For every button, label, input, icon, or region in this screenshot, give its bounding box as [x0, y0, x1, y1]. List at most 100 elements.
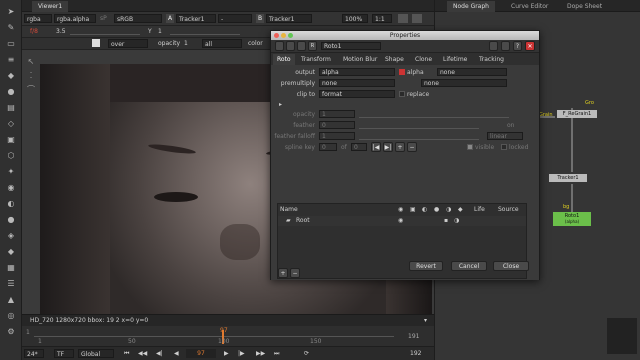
- gamma-value[interactable]: 1: [156, 27, 164, 36]
- opacity-value[interactable]: 1: [182, 39, 190, 48]
- expand-arrow-icon[interactable]: ▸: [279, 101, 282, 108]
- splinekey-field[interactable]: 0: [319, 143, 337, 151]
- tab-tracking[interactable]: Tracking: [475, 54, 508, 65]
- tab-transform[interactable]: Transform: [297, 54, 335, 65]
- add-button[interactable]: +: [278, 268, 288, 278]
- tab-viewer1[interactable]: Viewer1: [32, 1, 69, 12]
- fps-dropdown[interactable]: 24*: [24, 349, 44, 358]
- proxy-icon[interactable]: [398, 14, 408, 23]
- minimize-window-icon[interactable]: [281, 33, 286, 38]
- select-tool-icon[interactable]: ↖: [24, 56, 38, 67]
- bezier-tool-icon[interactable]: ⌒: [24, 84, 38, 95]
- invert-icon[interactable]: ◑: [446, 206, 451, 213]
- gamma-slider[interactable]: [170, 27, 240, 35]
- next-key-icon[interactable]: ▶▶: [254, 349, 267, 358]
- falloff-slider[interactable]: [359, 132, 479, 140]
- clipto-dropdown[interactable]: format: [319, 90, 395, 98]
- gain-slider[interactable]: [70, 27, 140, 35]
- opacity-field[interactable]: 1: [319, 110, 355, 118]
- first-frame-icon[interactable]: ⏮: [122, 349, 131, 358]
- tab-lifetime[interactable]: Lifetime: [439, 54, 471, 65]
- collapse-icon[interactable]: [286, 41, 295, 51]
- prev-key-icon[interactable]: ◀◀: [136, 349, 149, 358]
- tracker-node[interactable]: Tracker1: [549, 174, 587, 182]
- root-visibility-icon[interactable]: ◉: [398, 217, 403, 224]
- end-frame-field[interactable]: 192: [408, 349, 423, 358]
- timeline[interactable]: 1 97 1 50 100 150 191: [22, 326, 434, 346]
- vr-icon[interactable]: ◐: [4, 198, 18, 209]
- furnace-icon[interactable]: ◎: [4, 310, 18, 321]
- node-icon[interactable]: [275, 41, 284, 51]
- premultiply-mask-dropdown[interactable]: none: [421, 79, 507, 87]
- falloff-field[interactable]: 1: [319, 132, 355, 140]
- gizmos-icon[interactable]: ☰: [4, 278, 18, 289]
- tab-curve-editor[interactable]: Curve Editor: [505, 1, 554, 12]
- last-frame-icon[interactable]: ⏭: [272, 349, 281, 358]
- split-icon[interactable]: ▣: [4, 134, 18, 145]
- close-window-icon[interactable]: [274, 33, 279, 38]
- channels-all-dropdown[interactable]: all: [202, 39, 242, 48]
- play-icon[interactable]: ▶: [222, 349, 231, 358]
- layers-icon[interactable]: ◇: [4, 118, 18, 129]
- tab-clone[interactable]: Clone: [411, 54, 436, 65]
- crop-icon[interactable]: ▭: [4, 38, 18, 49]
- undo-icon[interactable]: [489, 41, 498, 51]
- name-column-header[interactable]: Name: [280, 206, 298, 213]
- step-back-icon[interactable]: ◀|: [154, 349, 165, 358]
- delete-key-button[interactable]: −: [407, 142, 417, 152]
- roto-node[interactable]: Roto1 (alpha): [553, 212, 591, 226]
- dialog-titlebar[interactable]: Properties: [271, 31, 539, 40]
- next-key-button[interactable]: ▶|: [383, 142, 393, 152]
- color-icon[interactable]: ◐: [422, 206, 427, 213]
- source-column-header[interactable]: Source: [498, 206, 519, 213]
- colorspace-dropdown[interactable]: sRGB: [114, 14, 162, 23]
- tf-dropdown[interactable]: TF: [54, 349, 74, 358]
- loop-icon[interactable]: ⟳: [302, 349, 311, 358]
- root-color-icon[interactable]: ▪: [444, 217, 448, 224]
- revert-button[interactable]: Revert: [409, 261, 443, 271]
- output-mask-dropdown[interactable]: none: [437, 68, 507, 76]
- particles-icon[interactable]: ✦: [4, 166, 18, 177]
- points-tool-icon[interactable]: ⁚: [24, 70, 38, 81]
- navigator-thumbnail[interactable]: [607, 318, 637, 354]
- a-input-dropdown[interactable]: Tracker1: [176, 14, 216, 23]
- gain-value[interactable]: 3.5: [54, 27, 68, 36]
- filter-icon[interactable]: ▤: [4, 102, 18, 113]
- play-back-icon[interactable]: ◀: [172, 349, 181, 358]
- metadata-icon[interactable]: ◆: [4, 246, 18, 257]
- node-name-field[interactable]: Roto1: [321, 42, 381, 50]
- channels-dropdown[interactable]: rgba: [24, 14, 52, 23]
- locked-checkbox[interactable]: [501, 144, 507, 150]
- tab-node-graph[interactable]: Node Graph: [447, 1, 495, 12]
- fstop-value[interactable]: f/8: [28, 27, 40, 36]
- paint-icon[interactable]: ✎: [4, 22, 18, 33]
- circle-icon[interactable]: ●: [4, 86, 18, 97]
- root-invert-icon[interactable]: ◑: [454, 217, 459, 224]
- layer-dropdown[interactable]: rgba.alpha: [54, 14, 96, 23]
- zoom-dropdown[interactable]: 100%: [342, 14, 368, 23]
- plugins-icon[interactable]: ▲: [4, 294, 18, 305]
- current-frame-field[interactable]: 97: [186, 349, 216, 358]
- timeline-track[interactable]: [34, 336, 394, 337]
- feather-slider[interactable]: [359, 121, 479, 129]
- ratio-dropdown[interactable]: 1:1: [372, 14, 392, 23]
- global-dropdown[interactable]: Global: [78, 349, 114, 358]
- tab-dope-sheet[interactable]: Dope Sheet: [561, 1, 608, 12]
- feather-field[interactable]: 0: [319, 121, 355, 129]
- pointer-icon[interactable]: ➤: [4, 6, 18, 17]
- blend-icon[interactable]: ◆: [458, 206, 463, 213]
- falloff-type-dropdown[interactable]: linear: [487, 132, 523, 140]
- tag-icon[interactable]: ◈: [4, 230, 18, 241]
- cube-icon[interactable]: ⬡: [4, 150, 18, 161]
- tab-shape[interactable]: Shape: [381, 54, 408, 65]
- regrain-node[interactable]: F_ReGrain1: [557, 110, 597, 118]
- visibility-icon[interactable]: ◉: [398, 206, 403, 213]
- alpha-checkbox[interactable]: [399, 69, 405, 75]
- deep-icon[interactable]: ◉: [4, 182, 18, 193]
- toolsets-icon[interactable]: ▦: [4, 262, 18, 273]
- roi-icon[interactable]: [412, 14, 422, 23]
- dropdown-arrow-icon[interactable]: ▾: [422, 316, 429, 325]
- other-icon[interactable]: ●: [4, 214, 18, 225]
- float-icon[interactable]: [297, 41, 306, 51]
- compare-dropdown[interactable]: -: [218, 14, 252, 23]
